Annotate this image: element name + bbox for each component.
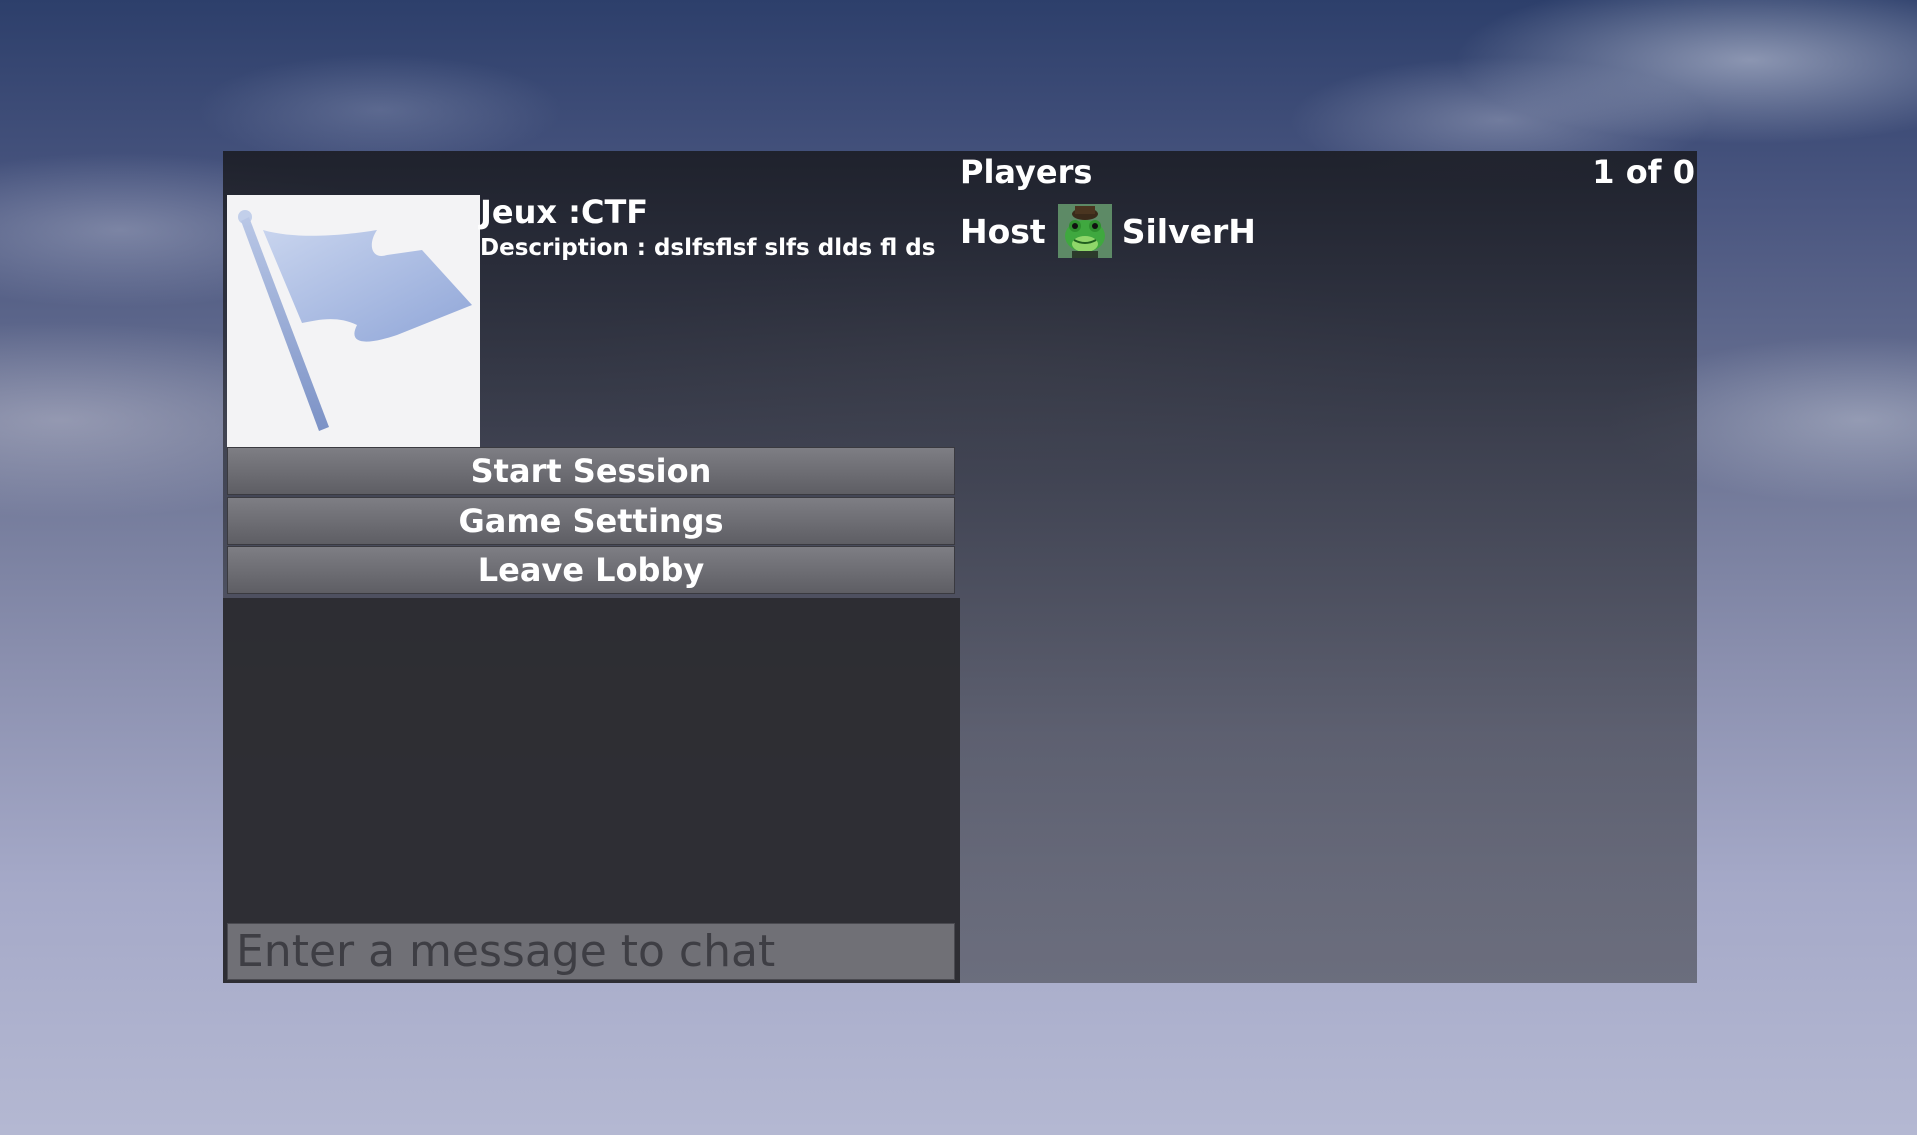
chat-panel — [223, 598, 960, 983]
flag-icon — [238, 210, 472, 431]
players-count: 1 of 0 — [1592, 153, 1695, 191]
player-role: Host — [960, 211, 1046, 251]
player-row[interactable]: Host SilverH — [960, 203, 1256, 259]
start-session-button[interactable]: Start Session — [227, 447, 955, 495]
chat-message-input[interactable] — [227, 923, 955, 980]
frog-avatar-icon — [1057, 204, 1112, 258]
player-name: SilverH — [1121, 211, 1256, 251]
players-title: Players — [960, 153, 1093, 191]
leave-lobby-button[interactable]: Leave Lobby — [227, 546, 955, 594]
game-title: Jeux :CTF — [480, 193, 649, 231]
game-settings-button[interactable]: Game Settings — [227, 497, 955, 545]
lobby-panel: Jeux :CTF Description : dslfsflsf slfs d… — [223, 151, 1697, 983]
game-mode-image — [227, 195, 480, 447]
game-description: Description : dslfsflsf slfs dlds fl ds — [480, 235, 936, 261]
